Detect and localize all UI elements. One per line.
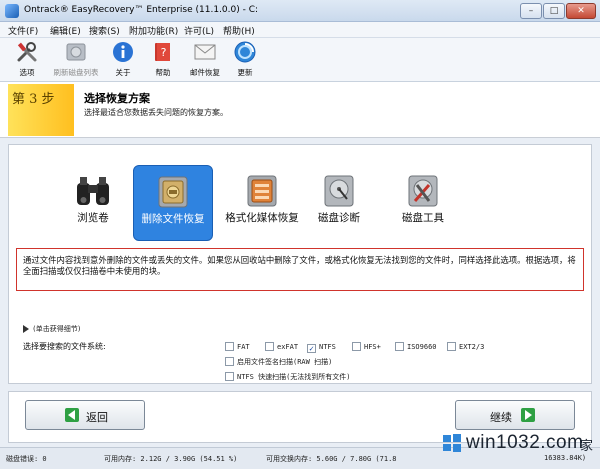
checkbox-box[interactable] — [395, 342, 404, 351]
option-deleted-file-recovery[interactable]: 删除文件恢复 — [133, 165, 213, 241]
toolbar-label: 更新 — [237, 68, 253, 77]
disk-diagnostics-icon — [324, 175, 354, 207]
step-number: 第 3 步 — [12, 92, 55, 107]
checkbox-exfat[interactable]: exFAT — [265, 342, 298, 353]
step-title: 选择恢复方案 — [84, 92, 150, 105]
svg-text:?: ? — [161, 46, 167, 59]
menu-file[interactable]: 文件(F) — [8, 24, 38, 37]
recovery-options-panel: 浏览卷 删除文件恢复 格式化媒体恢复 磁盘诊断 磁盘工具 通过文件内容找到意外删… — [8, 144, 592, 384]
option-disk-tools[interactable]: 磁盘工具 — [383, 165, 463, 241]
checkbox-box[interactable] — [225, 342, 234, 351]
status-disk-errors: 磁盘错误: 0 — [6, 455, 47, 463]
deleted-file-recovery-icon — [158, 176, 188, 208]
checkbox-hfs[interactable]: HFS+ — [352, 342, 381, 353]
windows-logo-icon — [443, 434, 461, 452]
option-label: 格式化媒体恢复 — [225, 212, 299, 224]
watermark-text: win1032.com — [466, 432, 584, 453]
toolbar: 选项 刷新磁盘列表 关于 ? 帮助 邮件恢复 更新 — [0, 38, 600, 82]
continue-label: 继续 — [490, 411, 512, 424]
info-icon — [113, 42, 133, 62]
watermark: win1032.com 家 — [442, 431, 600, 459]
toolbar-label: 邮件恢复 — [190, 68, 220, 77]
toolbar-update-button[interactable]: 更新 — [230, 40, 260, 80]
update-icon — [234, 41, 256, 63]
continue-button[interactable]: 继续 — [455, 400, 575, 430]
option-label: 磁盘诊断 — [318, 212, 360, 224]
status-memory: 可用内存: 2.12G / 3.90G (54.51 %) — [104, 455, 238, 463]
toolbar-options-button[interactable]: 选项 — [10, 40, 44, 80]
minimize-button[interactable]: – — [520, 3, 542, 19]
menu-extras[interactable]: 附加功能(R) — [129, 24, 178, 37]
toolbar-label: 刷新磁盘列表 — [53, 68, 99, 77]
title-bar: Ontrack® EasyRecovery™ Enterprise (11.1.… — [0, 0, 600, 22]
watermark-suffix: 家 — [580, 439, 594, 454]
expand-arrow-icon[interactable] — [23, 325, 29, 333]
details-toggle[interactable]: (单击获得细节) — [33, 324, 80, 334]
maximize-button[interactable]: □ — [543, 3, 565, 19]
menu-license[interactable]: 许可(L) — [184, 24, 214, 37]
help-book-icon: ? — [155, 43, 170, 61]
checkbox-raw-scan[interactable]: 启用文件签名扫描(RAW 扫描) — [225, 357, 332, 368]
checkbox-box[interactable] — [447, 342, 456, 351]
checkbox-box[interactable] — [225, 357, 234, 366]
option-label: 磁盘工具 — [402, 212, 444, 224]
option-format-recovery[interactable]: 格式化媒体恢复 — [222, 165, 302, 241]
step-header: 第 3 步 选择恢复方案 选择最适合您数据丢失问题的恢复方案。 — [0, 82, 600, 138]
toolbar-about-button[interactable]: 关于 — [108, 40, 138, 80]
toolbar-label: 帮助 — [155, 68, 171, 77]
checkbox-box[interactable] — [225, 372, 234, 381]
menu-search[interactable]: 搜索(S) — [89, 24, 120, 37]
checkbox-box[interactable] — [265, 342, 274, 351]
back-label: 返回 — [86, 411, 108, 424]
menu-edit[interactable]: 编辑(E) — [50, 24, 81, 37]
checkmark-icon[interactable]: ✓ — [307, 344, 316, 353]
checkbox-iso9660[interactable]: ISO9660 — [395, 342, 437, 353]
option-label: 删除文件恢复 — [141, 213, 205, 225]
checkbox-ntfs[interactable]: ✓ NTFS — [307, 342, 336, 353]
toolbar-label: 选项 — [19, 68, 35, 77]
toolbar-mail-recovery-button[interactable]: 邮件恢复 — [185, 40, 225, 80]
format-recovery-icon — [247, 175, 277, 207]
arrow-right-icon — [521, 408, 535, 422]
status-swap: 可用交换内存: 5.60G / 7.80G (71.8 — [266, 455, 397, 463]
checkbox-box[interactable] — [352, 342, 361, 351]
menu-help[interactable]: 帮助(H) — [223, 24, 255, 37]
step-subtitle: 选择最适合您数据丢失问题的恢复方案。 — [84, 108, 228, 117]
filesystem-label: 选择要搜索的文件系统: — [23, 342, 106, 351]
binoculars-icon — [77, 177, 109, 205]
window-title: Ontrack® EasyRecovery™ Enterprise (11.1.… — [24, 5, 259, 15]
step-badge: 第 3 步 — [8, 84, 74, 136]
close-button[interactable]: ✕ — [566, 3, 596, 19]
option-label: 浏览卷 — [77, 212, 109, 224]
checkbox-ntfs-quick-scan[interactable]: NTFS 快速扫描(无法找到所有文件) — [225, 372, 351, 383]
app-icon — [5, 4, 19, 18]
back-button[interactable]: 返回 — [25, 400, 145, 430]
mail-icon — [194, 44, 216, 60]
toolbar-refresh-disks-button[interactable]: 刷新磁盘列表 — [48, 40, 104, 80]
disk-tools-icon — [408, 175, 438, 207]
disk-icon — [66, 43, 86, 61]
arrow-left-icon — [65, 408, 79, 422]
option-disk-diagnostics[interactable]: 磁盘诊断 — [299, 165, 379, 241]
option-browse-volume[interactable]: 浏览卷 — [53, 165, 133, 241]
toolbar-label: 关于 — [115, 68, 131, 77]
toolbar-help-button[interactable]: ? 帮助 — [148, 40, 178, 80]
tools-icon — [17, 42, 37, 62]
menu-bar: 文件(F) 编辑(E) 搜索(S) 附加功能(R) 许可(L) 帮助(H) — [0, 22, 600, 38]
checkbox-fat[interactable]: FAT — [225, 342, 250, 353]
checkbox-ext[interactable]: EXT2/3 — [447, 342, 484, 353]
option-description: 通过文件内容找到意外删除的文件或丢失的文件。如果您从回收站中删除了文件，或格式化… — [16, 248, 584, 291]
